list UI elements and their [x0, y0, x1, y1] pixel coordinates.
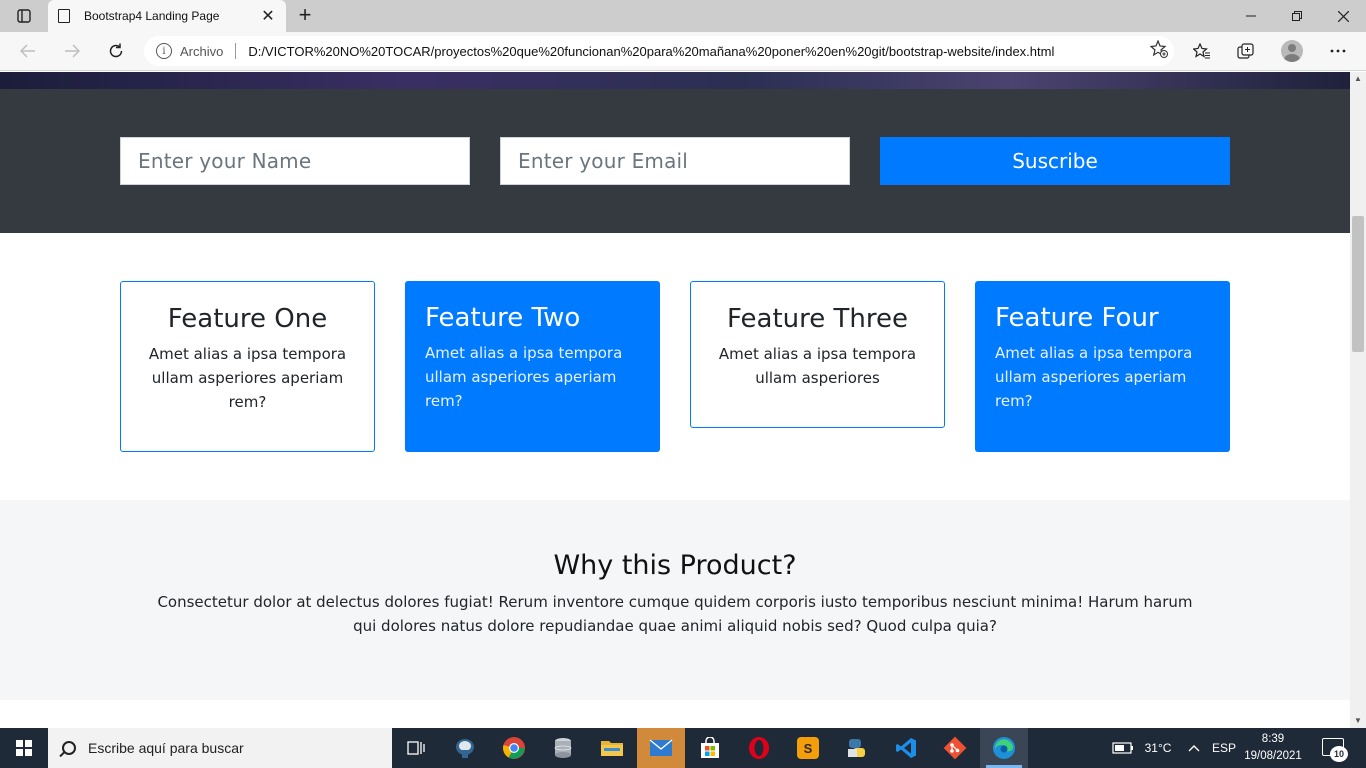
subscribe-section: Enter your Name Enter your Email Suscrib…	[0, 89, 1350, 233]
tab-actions-button[interactable]	[8, 4, 40, 28]
feature-title: Feature Three	[727, 304, 908, 334]
back-button[interactable]	[13, 37, 43, 65]
feature-card: Feature One Amet alias a ipsa tempora ul…	[120, 281, 375, 452]
clock-time: 8:39	[1261, 733, 1285, 745]
feature-text: Amet alias a ipsa tempora ullam asperior…	[425, 344, 623, 410]
python-icon[interactable]	[833, 728, 881, 768]
forward-button[interactable]	[57, 37, 87, 65]
restore-button[interactable]	[1274, 0, 1320, 32]
feature-text: Amet alias a ipsa tempora ullam asperior…	[148, 345, 347, 411]
sublime-text-icon[interactable]: S	[784, 728, 832, 768]
why-title: Why this Product?	[553, 550, 797, 581]
weather-text[interactable]: 31°C	[1138, 728, 1178, 768]
minimize-icon	[1246, 15, 1256, 17]
email-input[interactable]: Enter your Email	[500, 137, 850, 185]
git-icon[interactable]	[931, 728, 979, 768]
feature-card: Feature Three Amet alias a ipsa tempora …	[690, 281, 945, 428]
notifications-count: 10	[1330, 746, 1348, 762]
forward-arrow-icon	[65, 44, 80, 58]
file-explorer-icon[interactable]	[588, 728, 636, 768]
scroll-thumb[interactable]	[1352, 216, 1364, 352]
feature-title: Feature One	[167, 304, 328, 334]
search-placeholder: Escribe aquí para buscar	[88, 740, 244, 756]
address-divider	[235, 43, 237, 59]
close-icon	[1337, 10, 1349, 22]
why-text: Consectetur dolor at delectus dolores fu…	[157, 593, 1193, 635]
browser-tab-strip: Bootstrap4 Landing Page ✕ +	[0, 0, 1366, 32]
page-scrollbar[interactable]: ▲ ▼	[1350, 72, 1366, 728]
minimize-button[interactable]	[1228, 0, 1274, 32]
feature-title: Feature Two	[425, 303, 581, 333]
clock-date: 19/08/2021	[1244, 750, 1302, 762]
page-document-icon	[58, 9, 70, 23]
scroll-up-icon[interactable]: ▲	[1350, 72, 1366, 86]
browser-toolbar: i Archivo D:/VICTOR%20NO%20TOCAR/proyect…	[0, 32, 1366, 71]
subscribe-button[interactable]: Suscribe	[880, 137, 1230, 185]
opera-icon[interactable]	[735, 728, 783, 768]
chrome-icon[interactable]	[490, 728, 538, 768]
tab-close-icon[interactable]: ✕	[260, 6, 276, 26]
edge-icon[interactable]	[980, 728, 1028, 768]
new-tab-button[interactable]: +	[293, 3, 317, 29]
browser-tab-active[interactable]: Bootstrap4 Landing Page ✕	[48, 0, 286, 32]
favorites-icon	[1193, 43, 1210, 59]
battery-status-icon[interactable]	[1108, 728, 1138, 768]
database-icon[interactable]	[539, 728, 587, 768]
profile-avatar-icon	[1281, 40, 1303, 62]
collections-icon	[1237, 43, 1254, 59]
pgadmin-icon[interactable]	[441, 728, 489, 768]
next-section	[0, 700, 1350, 728]
mail-icon[interactable]	[637, 728, 685, 768]
refresh-button[interactable]	[101, 37, 131, 65]
url-text[interactable]: D:/VICTOR%20NO%20TOCAR/proyectos%20que%2…	[248, 44, 1144, 59]
profile-button[interactable]	[1276, 37, 1308, 65]
language-indicator[interactable]: ESP	[1210, 728, 1238, 768]
feature-card: Feature Two Amet alias a ipsa tempora ul…	[405, 281, 660, 452]
task-view-icon[interactable]	[392, 728, 440, 768]
feature-text: Amet alias a ipsa tempora ullam asperior…	[718, 345, 917, 387]
start-button[interactable]	[0, 728, 48, 768]
vscode-icon[interactable]	[882, 728, 930, 768]
feature-text: Amet alias a ipsa tempora ullam asperior…	[995, 344, 1193, 410]
hero-image-bottom	[0, 72, 1350, 89]
site-info-icon[interactable]: i	[156, 43, 172, 59]
more-dots-icon	[1330, 49, 1346, 53]
refresh-icon	[109, 43, 123, 58]
feature-card: Feature Four Amet alias a ipsa tempora u…	[975, 281, 1230, 452]
address-bar[interactable]: i Archivo D:/VICTOR%20NO%20TOCAR/proyect…	[144, 36, 1174, 66]
settings-menu-button[interactable]	[1322, 37, 1354, 65]
windows-logo-icon	[16, 740, 32, 756]
favorites-button[interactable]	[1186, 37, 1218, 65]
name-input[interactable]: Enter your Name	[120, 137, 470, 185]
close-window-button[interactable]	[1320, 0, 1366, 32]
scroll-down-icon[interactable]: ▼	[1350, 714, 1366, 728]
features-section: Feature One Amet alias a ipsa tempora ul…	[0, 233, 1350, 500]
page-viewport: Enter your Name Enter your Email Suscrib…	[0, 72, 1350, 728]
back-arrow-icon	[20, 44, 35, 58]
why-product-section: Why this Product? Consectetur dolor at d…	[0, 500, 1350, 700]
store-icon[interactable]	[686, 728, 734, 768]
tab-actions-icon	[17, 9, 31, 23]
windows-taskbar: Escribe aquí para buscar S 31°C ESP 8:39…	[0, 728, 1366, 768]
security-label: Archivo	[180, 43, 224, 59]
feature-title: Feature Four	[995, 303, 1159, 333]
taskbar-search[interactable]: Escribe aquí para buscar	[48, 728, 392, 768]
show-hidden-icons-chevron-icon[interactable]	[1183, 728, 1205, 768]
add-favorite-icon[interactable]	[1144, 38, 1174, 63]
taskbar-clock[interactable]: 8:39 19/08/2021	[1240, 731, 1306, 765]
tab-title: Bootstrap4 Landing Page	[84, 9, 220, 23]
restore-icon	[1292, 11, 1302, 21]
collections-button[interactable]	[1230, 37, 1262, 65]
search-icon	[62, 741, 76, 755]
